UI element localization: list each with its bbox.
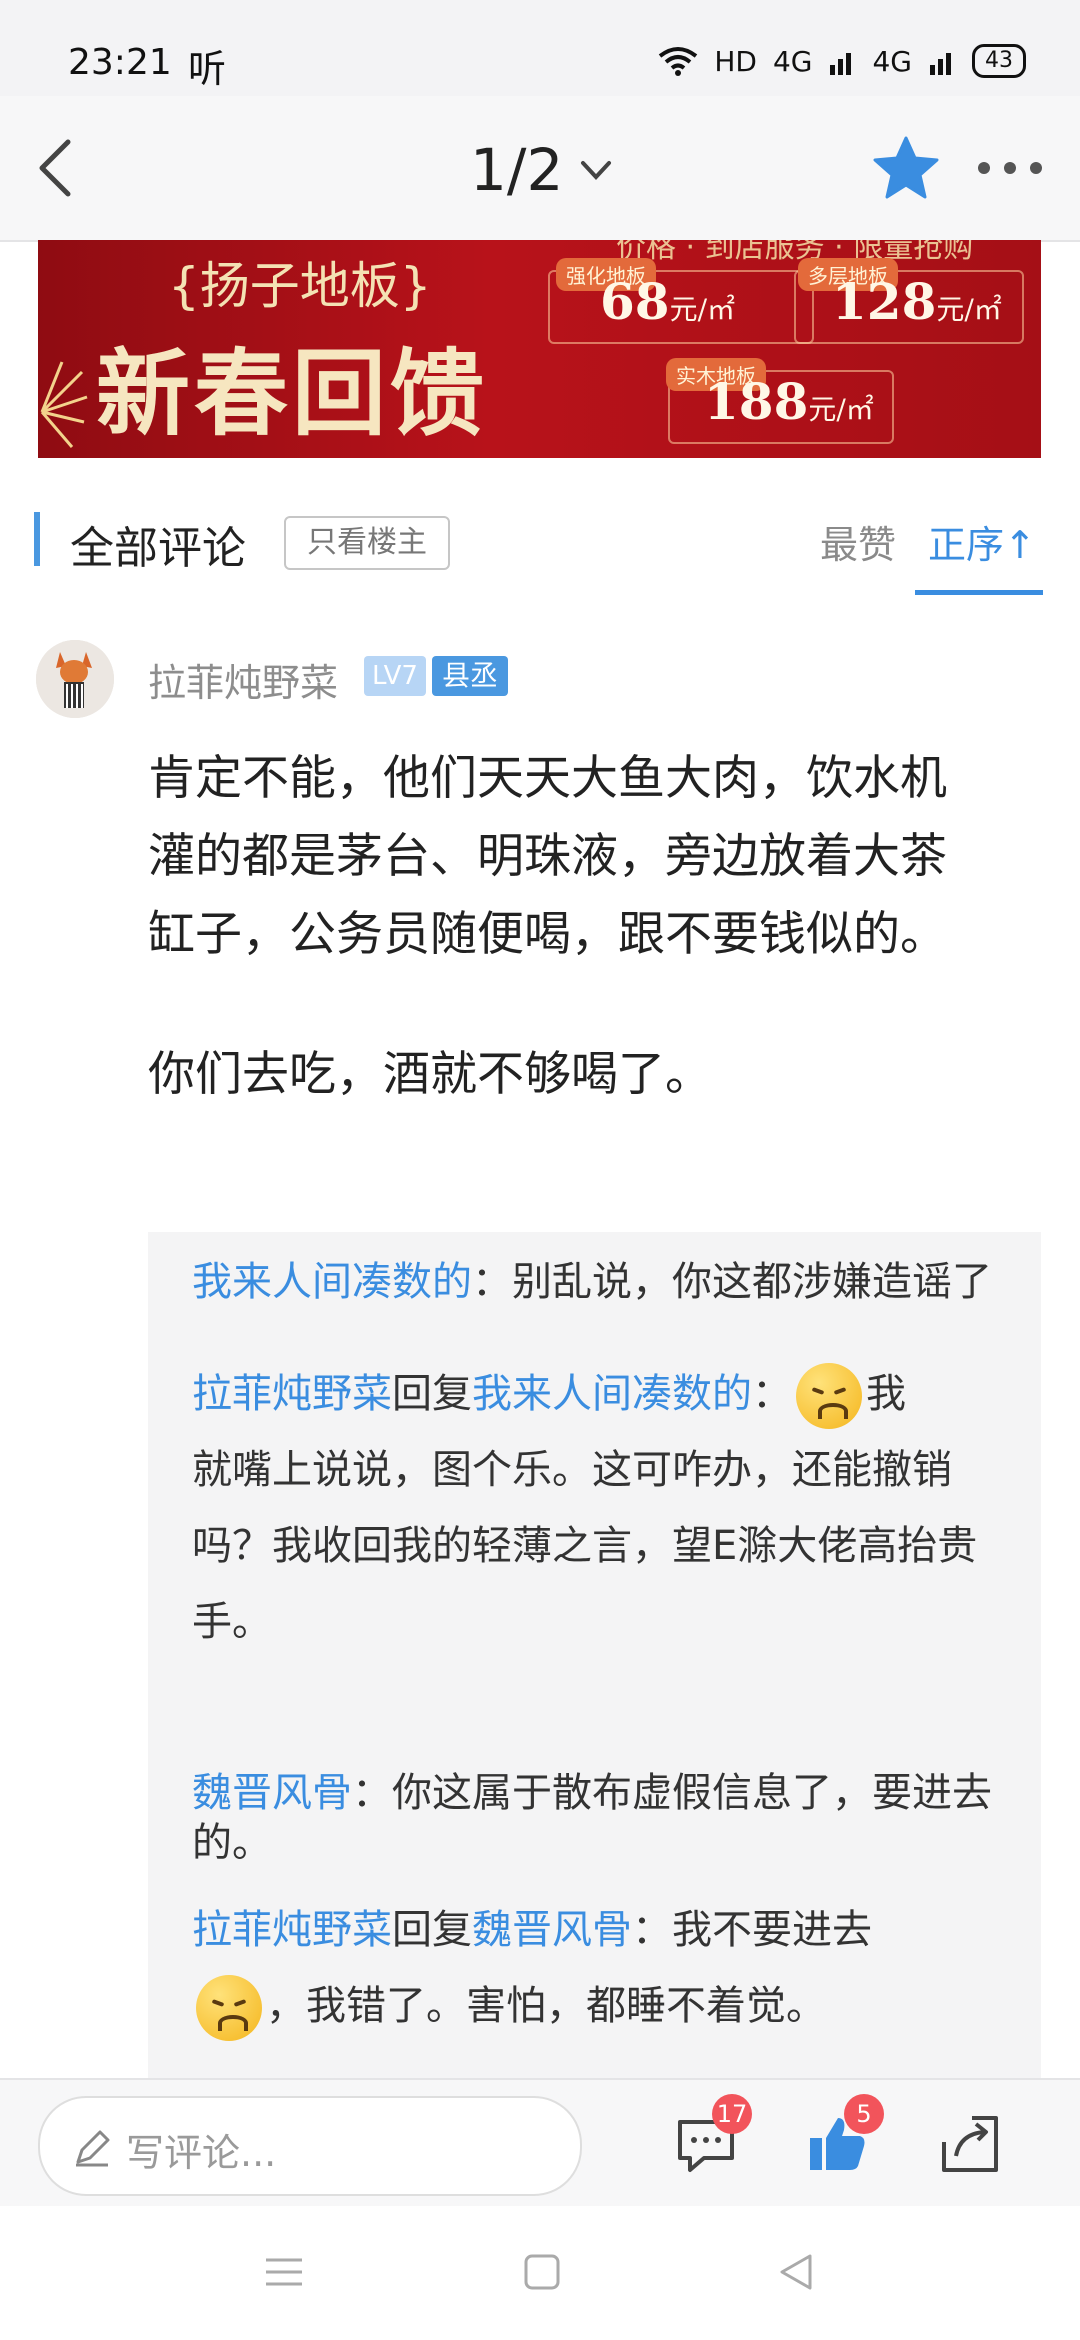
comments-title: 全部评论 xyxy=(70,523,246,574)
sort-hot-tab[interactable]: 最赞 xyxy=(820,514,896,569)
price-3-value: 188 xyxy=(704,372,809,431)
reply-2-user[interactable]: 拉菲炖野菜 xyxy=(192,1371,392,1417)
reply-4-user[interactable]: 拉菲炖野菜 xyxy=(192,1907,392,1953)
reply-4-after-emoji: ，我错了。害怕，都睡不着觉。 xyxy=(266,1983,826,2029)
reply-2-colon: ： xyxy=(752,1371,792,1417)
level-badge: LV7 xyxy=(364,656,426,696)
more-options-icon[interactable] xyxy=(970,132,1050,204)
back-arrow-icon[interactable] xyxy=(24,132,96,204)
banner-top-text: 价格 · 到店服务 · 限量抢购 xyxy=(616,240,974,265)
comment-paragraph-2: 你们去吃，酒就不够喝了。 xyxy=(148,1047,712,1102)
active-tab-underline xyxy=(915,590,1043,595)
section-accent-bar xyxy=(34,512,40,566)
page-indicator-dropdown[interactable]: 1/2 xyxy=(470,136,615,204)
sort-order-tab[interactable]: 正序↑ xyxy=(928,514,1036,569)
like-count-badge: 5 xyxy=(844,2094,884,2134)
comment-paragraph-1: 肯定不能，他们天天大鱼大肉，饮水机灌的都是茅台、明珠液，旁边放着大茶缸子，公务员… xyxy=(148,751,947,962)
signal-bars-icon xyxy=(830,53,852,75)
reply-1-text: ：别乱说，你这都涉嫌造谣了 xyxy=(472,1259,992,1305)
system-nav-bar xyxy=(0,2206,1080,2340)
reply-4-reply-word: 回复 xyxy=(392,1907,472,1953)
reply-2-reply-word: 回复 xyxy=(392,1371,472,1417)
ad-banner[interactable]: 价格 · 到店服务 · 限量抢购 {扬子地板} 新春回馈 强化地板 68元/㎡ … xyxy=(38,240,1041,458)
price-3: 188元/㎡ xyxy=(704,372,874,431)
replies-box[interactable]: 我来人间凑数的：别乱说，你这都涉嫌造谣了 拉菲炖野菜回复我来人间凑数的：我 就嘴… xyxy=(148,1232,1041,2080)
battery-icon: 43 xyxy=(972,44,1026,78)
menu-icon[interactable] xyxy=(262,2250,306,2294)
banner-brand: {扬子地板} xyxy=(168,257,432,315)
wifi-icon xyxy=(659,47,698,76)
hd-label: HD xyxy=(714,44,757,78)
status-time: 23:21 xyxy=(68,42,172,83)
comments-count-button[interactable]: 17 xyxy=(674,2094,752,2176)
reply-item-3: 魏晋风骨：你这属于散布虚假信息了，要进去的。 xyxy=(192,1768,1012,1868)
comment-count-badge: 17 xyxy=(712,2094,752,2134)
signal-bars-icon-2 xyxy=(930,53,951,75)
reply-2-after-emoji: 我 xyxy=(866,1371,906,1417)
price-3-unit: 元/㎡ xyxy=(808,393,874,426)
only-op-button[interactable]: 只看楼主 xyxy=(284,516,450,570)
price-2-unit: 元/㎡ xyxy=(936,293,1002,326)
reply-4-text: ：我不要进去 xyxy=(632,1907,872,1953)
banner-headline: 新春回馈 xyxy=(96,340,489,449)
like-button[interactable]: 5 xyxy=(806,2094,884,2176)
avatar[interactable] xyxy=(36,640,114,718)
pencil-icon xyxy=(76,2130,110,2167)
firework-decoration-icon xyxy=(40,361,88,448)
rank-badge: 县丞 xyxy=(432,656,509,696)
tired-face-emoji-icon xyxy=(796,1363,862,1429)
comment-body: 肯定不能，他们天天大鱼大肉，饮水机灌的都是茅台、明珠液，旁边放着大茶缸子，公务员… xyxy=(148,740,978,1114)
bottom-action-bar: 写评论... 17 5 xyxy=(0,2078,1080,2208)
share-button[interactable] xyxy=(938,2112,1002,2176)
comment-username[interactable]: 拉菲炖野菜 xyxy=(148,652,338,707)
signal-4g-1: 4G xyxy=(772,44,813,78)
home-square-icon[interactable] xyxy=(520,2250,564,2294)
reply-1-user[interactable]: 我来人间凑数的 xyxy=(192,1259,472,1305)
reply-item-4: 拉菲炖野菜回复魏晋风骨：我不要进去 ，我错了。害怕，都睡不着觉。 xyxy=(192,1892,1012,2044)
reply-item-1: 我来人间凑数的：别乱说，你这都涉嫌造谣了 xyxy=(192,1244,1012,1320)
status-icons: HD 4G 4G 43 xyxy=(658,44,1026,78)
comment-placeholder: 写评论... xyxy=(126,2131,277,2175)
price-2: 128元/㎡ xyxy=(832,272,1002,331)
star-favorite-icon[interactable] xyxy=(870,132,942,204)
reply-3-user[interactable]: 魏晋风骨 xyxy=(192,1770,352,1816)
price-1: 68元/㎡ xyxy=(600,272,735,331)
back-triangle-icon[interactable] xyxy=(774,2250,818,2294)
reply-item-2: 拉菲炖野菜回复我来人间凑数的： 我 就嘴上说说，图个乐。这可咋办，还能撤销吗？我收… xyxy=(192,1356,1012,1660)
signal-4g-2: 4G xyxy=(872,44,912,78)
comment-input[interactable]: 写评论... xyxy=(38,2096,582,2196)
reply-2-target[interactable]: 我来人间凑数的 xyxy=(472,1371,752,1417)
reply-2-text: 就嘴上说说，图个乐。这可咋办，还能撤销吗？我收回我的轻薄之言，望E滁大佬高抬贵手… xyxy=(192,1447,978,1645)
page-indicator: 1/2 xyxy=(470,136,564,204)
comments-header: 全部评论 只看楼主 最赞 正序↑ xyxy=(0,490,1080,600)
top-nav-bar: 1/2 xyxy=(0,96,1080,242)
status-carrier: 听 xyxy=(188,47,227,91)
price-1-value: 68 xyxy=(600,272,670,331)
reply-4-target[interactable]: 魏晋风骨 xyxy=(472,1907,632,1953)
share-icon xyxy=(942,2116,998,2172)
tired-face-emoji-icon-2 xyxy=(196,1975,262,2041)
fox-avatar-icon xyxy=(36,640,114,718)
status-bar: 23:21 听 HD 4G 4G 43 xyxy=(0,0,1080,96)
chevron-down-icon xyxy=(581,161,612,180)
price-2-value: 128 xyxy=(832,272,937,331)
price-1-unit: 元/㎡ xyxy=(669,293,736,326)
